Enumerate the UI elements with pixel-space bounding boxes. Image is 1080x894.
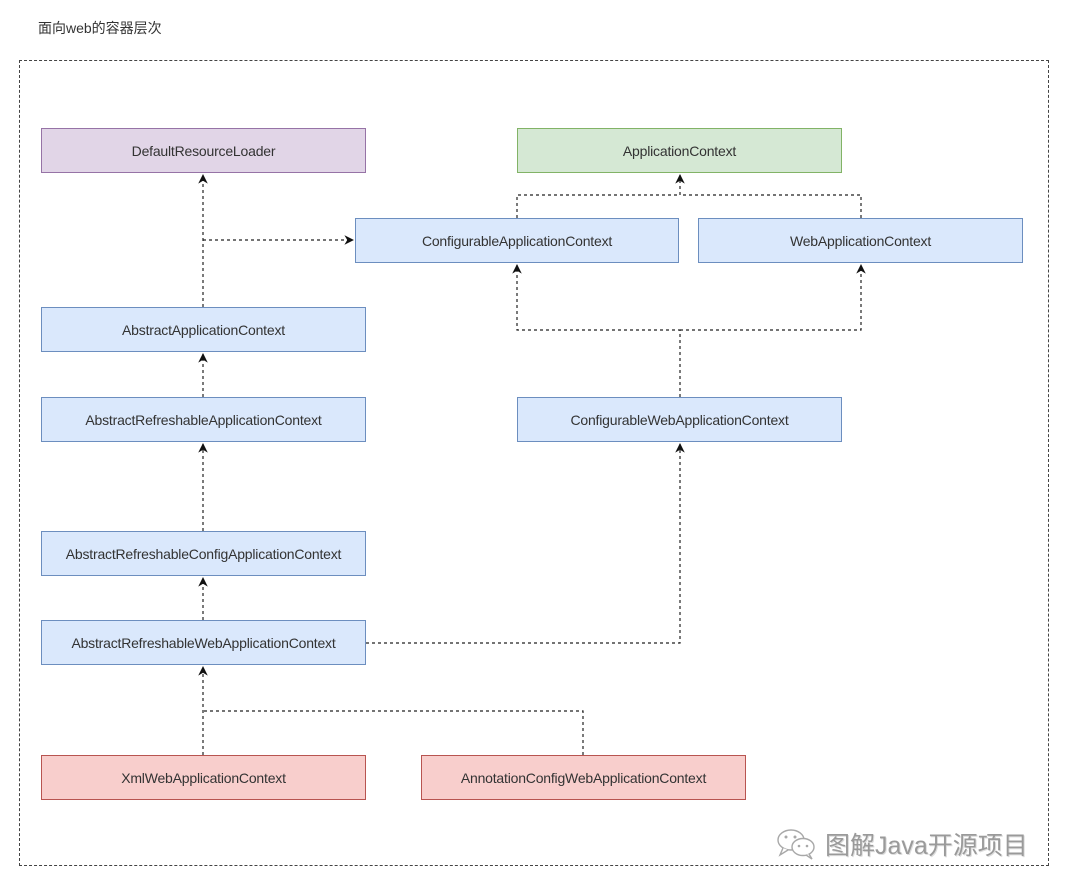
- edge-annotation-to-arwac: [203, 710, 584, 755]
- node-abstract-refreshable-application-context[interactable]: AbstractRefreshableApplicationContext: [41, 397, 366, 442]
- node-web-application-context[interactable]: WebApplicationContext: [698, 218, 1023, 263]
- node-xml-web-application-context[interactable]: XmlWebApplicationContext: [41, 755, 366, 800]
- node-configurable-web-application-context[interactable]: ConfigurableWebApplicationContext: [517, 397, 842, 442]
- watermark: 图解Java开源项目: [775, 826, 1028, 862]
- node-default-resource-loader[interactable]: DefaultResourceLoader: [41, 128, 366, 173]
- node-annotation-config-web-application-context[interactable]: AnnotationConfigWebApplicationContext: [421, 755, 746, 800]
- node-abstract-refreshable-config-application-context[interactable]: AbstractRefreshableConfigApplicationCont…: [41, 531, 366, 576]
- node-abstract-refreshable-web-application-context[interactable]: AbstractRefreshableWebApplicationContext: [41, 620, 366, 665]
- node-abstract-application-context[interactable]: AbstractApplicationContext: [41, 307, 366, 352]
- watermark-text: 图解Java开源项目: [825, 832, 1028, 860]
- edge-wac-to-ac: [680, 194, 862, 218]
- node-application-context[interactable]: ApplicationContext: [517, 128, 842, 173]
- wechat-icon: [777, 829, 815, 860]
- edge-cwac-to-wac: [680, 264, 866, 331]
- edge-cac-to-ac: [516, 174, 685, 218]
- node-configurable-application-context[interactable]: ConfigurableApplicationContext: [355, 218, 679, 263]
- edge-arwac-to-cwac: [366, 443, 685, 644]
- edge-cwac-to-cac: [512, 264, 681, 397]
